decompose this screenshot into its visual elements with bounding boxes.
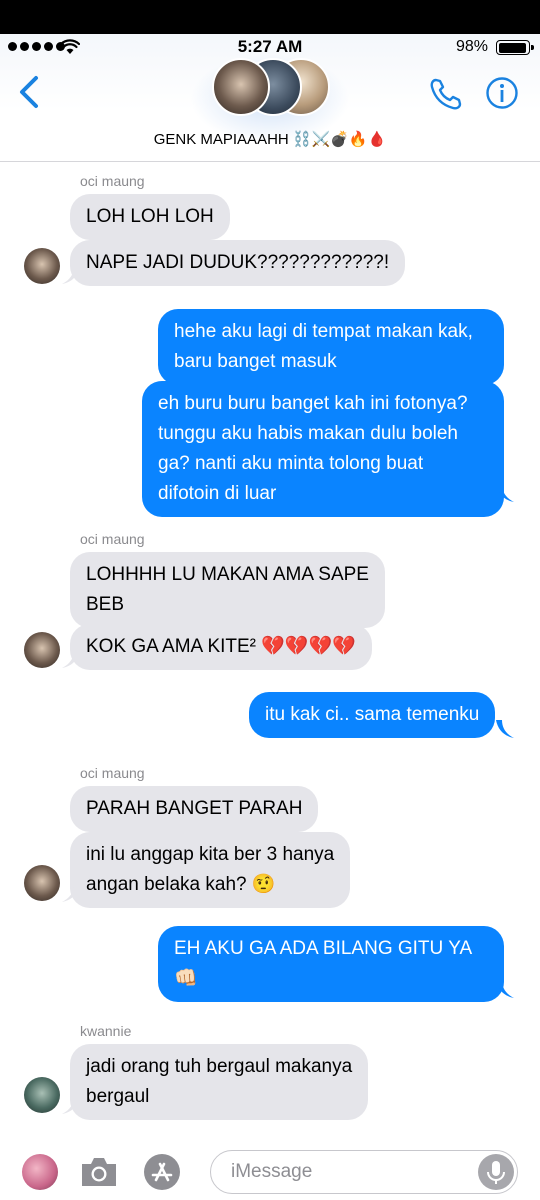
- message-line: hehe aku lagi di tempat makan kak,: [174, 321, 473, 342]
- info-icon[interactable]: [485, 76, 519, 110]
- bubble-tail: [62, 884, 80, 902]
- outgoing-message[interactable]: eh buru buru banget kah ini fotonya? tun…: [142, 381, 504, 517]
- back-button[interactable]: [16, 74, 46, 110]
- bubble-tail: [496, 484, 514, 502]
- outgoing-message[interactable]: hehe aku lagi di tempat makan kak, baru …: [158, 309, 504, 385]
- conversation-header: 5:27 AM 98% GENK MAPIAAAHH ⛓️⚔️💣🔥🩸: [0, 34, 540, 162]
- outgoing-message[interactable]: itu kak ci.. sama temenku: [249, 692, 496, 738]
- message-input-placeholder: iMessage: [231, 1161, 313, 1182]
- sender-name: oci maung: [80, 173, 145, 189]
- app-store-icon[interactable]: [142, 1152, 182, 1192]
- sender-name: oci maung: [80, 765, 145, 781]
- incoming-message[interactable]: LOH LOH LOH: [70, 194, 230, 240]
- message-line: 👊🏻: [174, 968, 198, 989]
- avatar: [212, 58, 270, 116]
- message-line: jadi orang tuh bergaul makanya: [86, 1056, 353, 1077]
- message-line: ini lu anggap kita ber 3 hanya: [86, 844, 335, 865]
- user-avatar[interactable]: [22, 1154, 58, 1190]
- incoming-message[interactable]: ini lu anggap kita ber 3 hanya angan bel…: [70, 832, 351, 908]
- message-input[interactable]: iMessage: [210, 1150, 518, 1194]
- top-black-bar: [0, 0, 540, 34]
- sender-avatar: [24, 865, 60, 901]
- message-line: difotoin di luar: [158, 483, 277, 504]
- bubble-tail: [62, 650, 80, 668]
- sender-avatar: [24, 248, 60, 284]
- message-composer: iMessage: [0, 1138, 540, 1200]
- incoming-message[interactable]: KOK GA AMA KITE² 💔💔💔💔: [70, 624, 372, 670]
- message-line: BEB: [86, 594, 125, 615]
- bubble-tail: [496, 980, 514, 998]
- microphone-icon[interactable]: [478, 1154, 514, 1190]
- incoming-message[interactable]: LOHHHH LU MAKAN AMA SAPE BEB: [70, 552, 385, 628]
- battery-percentage: 98%: [455, 38, 488, 55]
- bubble-tail: [62, 266, 80, 284]
- message-thread: oci maung LOH LOH LOH NAPE JADI DUDUK???…: [0, 162, 540, 1130]
- sender-avatar: [24, 632, 60, 668]
- message-line: bergaul: [86, 1086, 150, 1107]
- incoming-message[interactable]: PARAH BANGET PARAH: [70, 786, 319, 832]
- camera-icon[interactable]: [78, 1152, 120, 1192]
- outgoing-message[interactable]: EH AKU GA ADA BILANG GITU YA 👊🏻: [158, 926, 504, 1002]
- bubble-tail: [496, 720, 514, 738]
- message-line: angan belaka kah? 🤨: [86, 874, 276, 895]
- incoming-message[interactable]: NAPE JADI DUDUK????????????!: [70, 240, 406, 286]
- message-line: baru banget masuk: [174, 351, 337, 372]
- message-line: eh buru buru banget kah ini fotonya?: [158, 393, 468, 414]
- message-line: ga? nanti aku minta tolong buat: [158, 453, 424, 474]
- message-line: EH AKU GA ADA BILANG GITU YA: [174, 938, 473, 959]
- group-name[interactable]: GENK MAPIAAAHH ⛓️⚔️💣🔥🩸: [0, 130, 540, 148]
- battery-icon: [496, 40, 534, 55]
- sender-name: oci maung: [80, 531, 145, 547]
- bubble-tail: [62, 1096, 80, 1114]
- message-line: tunggu aku habis makan dulu boleh: [158, 423, 459, 444]
- group-avatars[interactable]: [212, 56, 330, 122]
- message-line: LOHHHH LU MAKAN AMA SAPE: [86, 564, 369, 585]
- sender-avatar: [24, 1077, 60, 1113]
- phone-icon[interactable]: [428, 76, 464, 112]
- incoming-message[interactable]: jadi orang tuh bergaul makanya bergaul: [70, 1044, 369, 1120]
- sender-name: kwannie: [80, 1023, 132, 1039]
